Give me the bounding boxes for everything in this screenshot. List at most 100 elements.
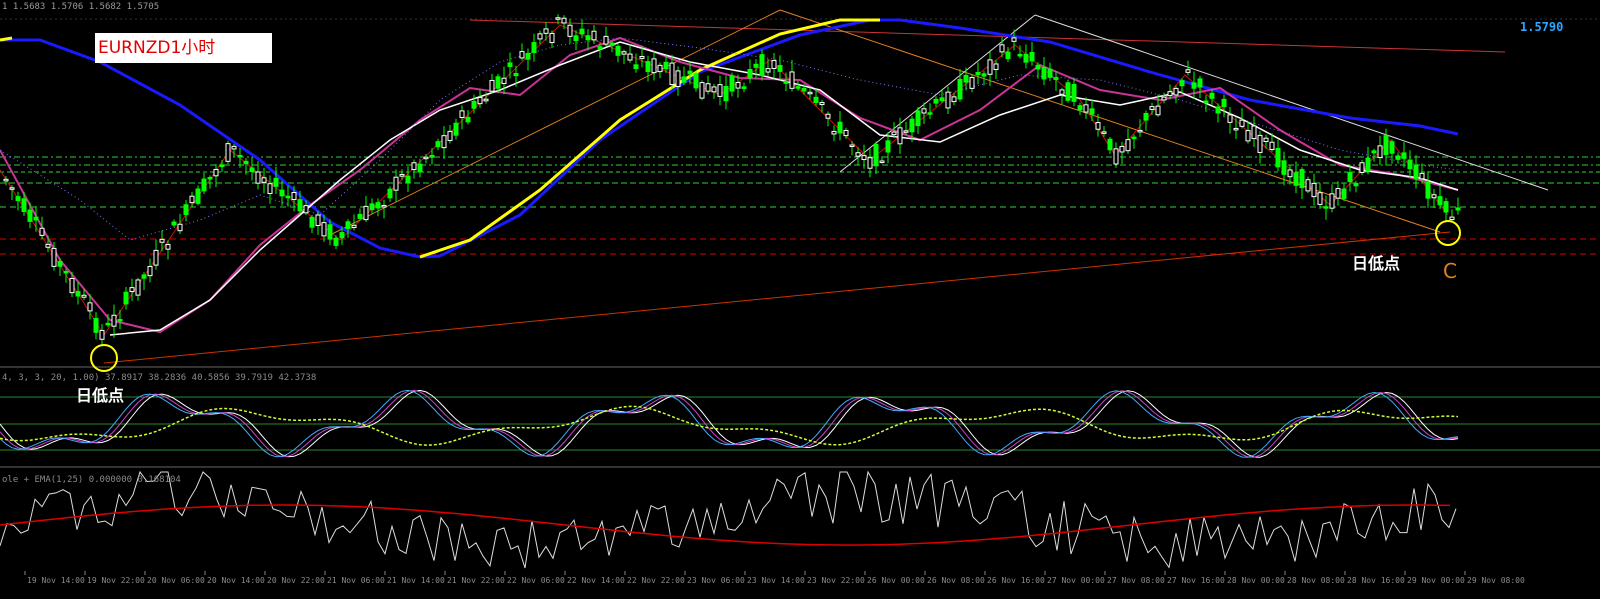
candle-body xyxy=(663,61,669,70)
candle-body xyxy=(483,98,489,102)
candle-body xyxy=(1299,169,1305,189)
candle-body xyxy=(243,160,249,165)
candle-body xyxy=(987,59,993,75)
candle-body xyxy=(45,243,51,248)
candle-body xyxy=(885,140,891,153)
x-tick-label: 20 Nov 06:00 xyxy=(147,576,205,585)
stochastic-header: 4, 3, 3, 20, 1.00) 37.8917 38.2836 40.58… xyxy=(2,373,316,383)
candle-body xyxy=(333,237,339,246)
candle-body xyxy=(15,196,21,202)
candle-body xyxy=(285,195,291,199)
candle-body xyxy=(459,110,465,119)
candle-body xyxy=(921,108,927,114)
candle-body xyxy=(687,70,693,75)
candle-body xyxy=(141,274,147,279)
candle-body xyxy=(1335,188,1341,199)
candle-body xyxy=(1443,201,1449,213)
candle-body xyxy=(729,75,735,92)
candle-body xyxy=(819,102,825,106)
candle-body xyxy=(1143,112,1149,121)
candle-body xyxy=(741,86,747,89)
candle-body xyxy=(567,24,573,37)
candle-body xyxy=(717,84,723,97)
x-tick-label: 22 Nov 06:00 xyxy=(507,576,565,585)
candle-body xyxy=(915,110,921,127)
candle-body xyxy=(1131,136,1137,140)
candle-body xyxy=(1287,169,1293,178)
candle-body xyxy=(801,88,807,92)
candle-body xyxy=(351,224,357,228)
candle-body xyxy=(1215,106,1221,114)
candle-body xyxy=(225,143,231,162)
left-low-label: 日低点 xyxy=(76,386,124,405)
candle-body xyxy=(39,227,45,236)
candle-body xyxy=(999,44,1005,53)
candle-body xyxy=(387,188,393,199)
candle-body xyxy=(807,91,813,95)
candle-body xyxy=(267,183,273,195)
candle-body xyxy=(897,127,903,145)
candle-body xyxy=(363,205,369,221)
candle-body xyxy=(1119,145,1125,153)
candle-body xyxy=(405,175,411,184)
candle-body xyxy=(891,131,897,136)
candle-body xyxy=(1257,134,1263,153)
candle-body xyxy=(1263,137,1269,143)
x-tick-label: 28 Nov 16:00 xyxy=(1347,576,1405,585)
candle-body xyxy=(507,62,513,68)
candle-body xyxy=(981,73,987,77)
candle-body xyxy=(381,205,387,208)
candle-body xyxy=(1395,155,1401,160)
candle-body xyxy=(1089,108,1095,115)
candle-body xyxy=(1095,122,1101,130)
candle-body xyxy=(207,176,213,180)
candle-body xyxy=(831,130,837,135)
candle-body xyxy=(525,52,531,60)
candle-body xyxy=(549,32,555,44)
candle-body xyxy=(1455,207,1461,211)
candle-body xyxy=(441,135,447,149)
candle-body xyxy=(1029,51,1035,62)
candle-body xyxy=(339,232,345,239)
candle-body xyxy=(75,291,81,297)
candle-body xyxy=(705,83,711,92)
candle-body xyxy=(1011,37,1017,42)
chart-canvas: 19 Nov 14:00 19 Nov 22:00 20 Nov 06:00 20 N… xyxy=(0,0,1600,599)
candle-body xyxy=(927,112,933,115)
candle-body xyxy=(861,155,867,161)
candle-body xyxy=(1245,130,1251,142)
candle-body xyxy=(501,77,507,84)
x-tick-label: 20 Nov 22:00 xyxy=(267,576,325,585)
candle-body xyxy=(1425,181,1431,199)
candle-body xyxy=(1173,87,1179,96)
candle-body xyxy=(939,97,945,102)
candle-body xyxy=(1359,162,1365,173)
candle-body xyxy=(1125,139,1131,152)
candle-body xyxy=(1419,172,1425,180)
candle-body xyxy=(1239,119,1245,127)
candle-body xyxy=(603,35,609,45)
candle-body xyxy=(555,17,561,20)
x-tick-label: 29 Nov 08:00 xyxy=(1467,576,1525,585)
ohlc-readout: 1 1.5683 1.5706 1.5682 1.5705 xyxy=(2,2,159,12)
candle-body xyxy=(993,63,999,71)
candle-body xyxy=(1041,66,1047,80)
candle-body xyxy=(969,77,975,89)
candle-body xyxy=(1161,96,1167,101)
candle-body xyxy=(879,160,885,163)
candle-body xyxy=(1353,182,1359,187)
candle-body xyxy=(177,223,183,232)
candle-body xyxy=(219,164,225,168)
ma-yellow-left xyxy=(0,36,13,42)
x-tick-label: 21 Nov 14:00 xyxy=(387,576,445,585)
candle-body xyxy=(279,189,285,197)
x-tick-label: 19 Nov 14:00 xyxy=(27,576,85,585)
candle-body xyxy=(1305,179,1311,192)
candle-body xyxy=(237,154,243,158)
candle-body xyxy=(1053,77,1059,80)
candle-body xyxy=(615,45,621,56)
candle-body xyxy=(843,129,849,137)
candle-body xyxy=(159,238,165,243)
x-tick-label: 21 Nov 22:00 xyxy=(447,576,505,585)
candle-body xyxy=(573,35,579,42)
